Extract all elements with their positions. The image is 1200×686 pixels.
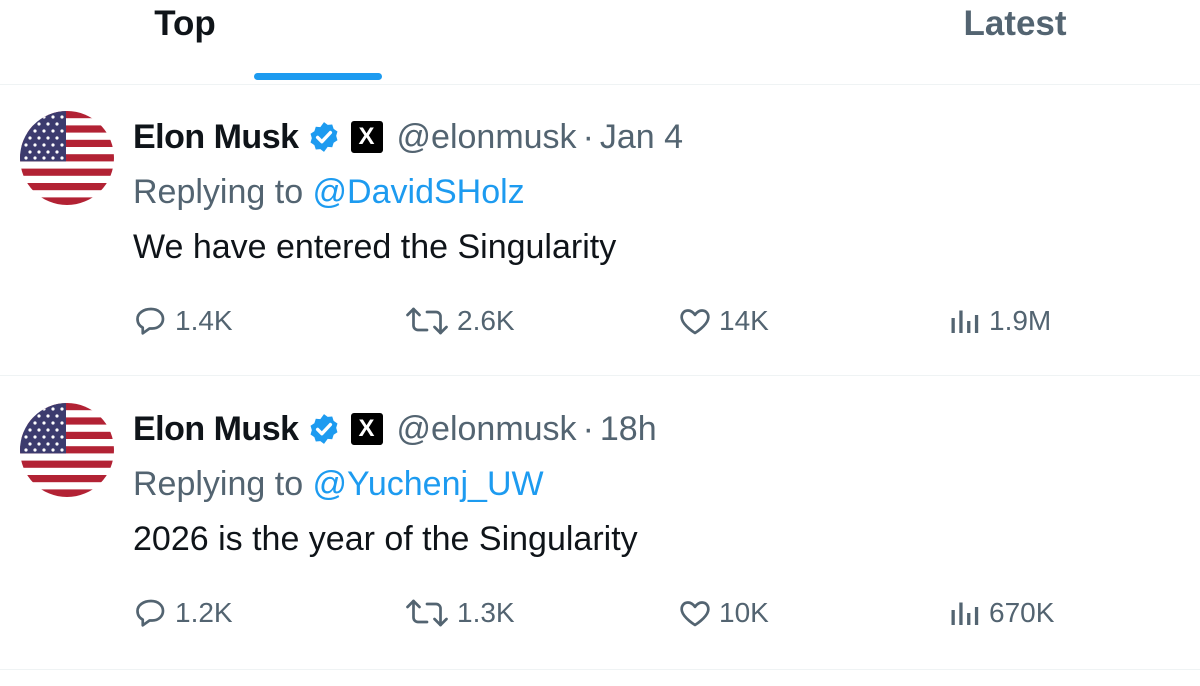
views-chart-icon [951, 310, 979, 333]
replying-to-line: Replying to @Yuchenj_UW [133, 465, 544, 504]
heart-icon [680, 309, 710, 335]
reply-mention-link[interactable]: @DavidSHolz [313, 173, 525, 211]
tab-top[interactable]: Top [0, 0, 610, 84]
separator-dot: · [582, 409, 594, 448]
tab-latest-label: Latest [963, 4, 1067, 43]
verified-badge-icon[interactable] [307, 120, 341, 154]
repost-count: 1.3K [457, 597, 515, 628]
tweet-actions: 1.2K 1.3K 10K 670K [133, 595, 1073, 641]
tweet-actions: 1.4K 2.6K 14K 1.9M [133, 303, 1073, 349]
reply-icon [136, 307, 165, 335]
views-count: 1.9M [989, 305, 1052, 336]
tweet-header: Elon Musk X @elonmusk · Jan 4 [133, 112, 683, 162]
reply-button[interactable]: 1.4K [133, 303, 233, 339]
replying-to-line: Replying to @DavidSHolz [133, 173, 525, 212]
tweet-timestamp[interactable]: Jan 4 [600, 118, 683, 157]
avatar[interactable] [20, 403, 114, 497]
reply-mention-link[interactable]: @Yuchenj_UW [313, 465, 544, 503]
us-flag-icon [20, 111, 114, 205]
author-name[interactable]: Elon Musk [133, 118, 299, 157]
views-count: 670K [989, 597, 1055, 628]
tab-latest[interactable]: Latest [610, 0, 1200, 84]
x-affiliate-badge-icon[interactable]: X [350, 413, 383, 445]
verified-badge-icon[interactable] [307, 412, 341, 446]
like-count: 10K [719, 597, 769, 628]
like-count: 14K [719, 305, 769, 336]
tweet-header: Elon Musk X @elonmusk · 18h [133, 404, 657, 454]
tweet-text: 2026 is the year of the Singularity [133, 520, 638, 558]
repost-count: 2.6K [457, 305, 515, 336]
author-name[interactable]: Elon Musk [133, 410, 299, 449]
timeline-tabs: Top Latest [0, 0, 1200, 85]
avatar[interactable] [20, 111, 114, 205]
views-chart-icon [951, 602, 979, 625]
tab-top-label: Top [154, 4, 216, 43]
repost-button[interactable]: 1.3K [403, 595, 515, 631]
reply-button[interactable]: 1.2K [133, 595, 233, 631]
tweet[interactable]: Elon Musk X @elonmusk · Jan 4 Replying t… [0, 85, 1200, 376]
reply-icon [136, 599, 165, 627]
like-button[interactable]: 14K [677, 303, 769, 339]
active-tab-indicator [254, 73, 382, 80]
repost-button[interactable]: 2.6K [403, 303, 515, 339]
heart-icon [680, 601, 710, 627]
separator-dot: · [582, 117, 594, 156]
author-handle[interactable]: @elonmusk [397, 118, 577, 157]
replying-prefix: Replying to [133, 173, 313, 211]
author-handle[interactable]: @elonmusk [397, 410, 577, 449]
x-badge-letter: X [358, 415, 375, 442]
repost-icon [406, 599, 448, 627]
x-badge-letter: X [358, 123, 375, 150]
views-button[interactable]: 670K [947, 595, 1054, 631]
reply-count: 1.2K [175, 597, 233, 628]
replying-prefix: Replying to [133, 465, 313, 503]
repost-icon [406, 307, 448, 335]
tweet-timestamp[interactable]: 18h [600, 410, 657, 449]
x-affiliate-badge-icon[interactable]: X [350, 121, 383, 153]
us-flag-icon [20, 403, 114, 497]
tweet[interactable]: Elon Musk X @elonmusk · 18h Replying to … [0, 377, 1200, 670]
reply-count: 1.4K [175, 305, 233, 336]
like-button[interactable]: 10K [677, 595, 769, 631]
tweet-text: We have entered the Singularity [133, 228, 617, 266]
views-button[interactable]: 1.9M [947, 303, 1051, 339]
